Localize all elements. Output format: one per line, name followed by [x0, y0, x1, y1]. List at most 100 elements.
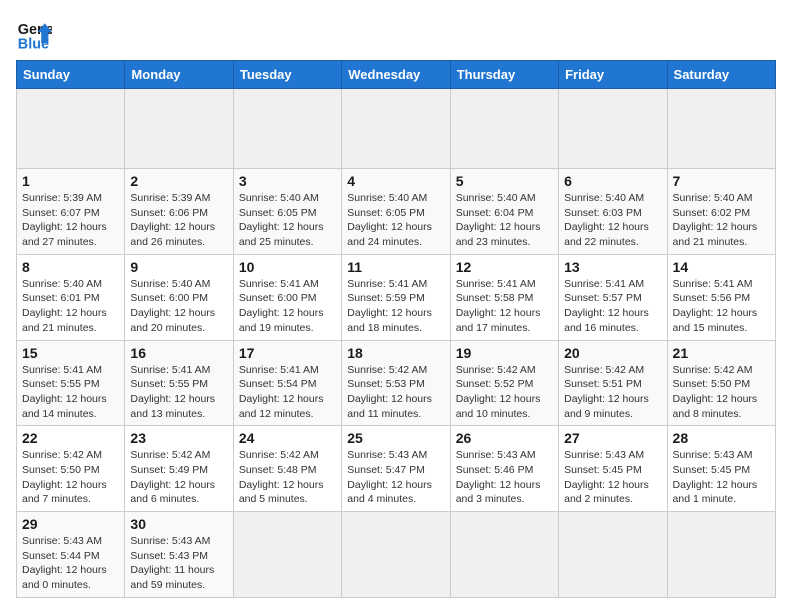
logo-icon: General Blue [16, 16, 52, 52]
day-number: 16 [130, 345, 227, 361]
day-number: 7 [673, 173, 770, 189]
day-info: Sunrise: 5:42 AMSunset: 5:49 PMDaylight:… [130, 449, 215, 505]
day-info: Sunrise: 5:41 AMSunset: 5:59 PMDaylight:… [347, 278, 432, 334]
calendar-cell: 3 Sunrise: 5:40 AMSunset: 6:05 PMDaylight… [233, 169, 341, 255]
day-number: 27 [564, 430, 661, 446]
day-info: Sunrise: 5:39 AMSunset: 6:06 PMDaylight:… [130, 192, 215, 248]
day-info: Sunrise: 5:42 AMSunset: 5:53 PMDaylight:… [347, 364, 432, 420]
calendar-cell: 5 Sunrise: 5:40 AMSunset: 6:04 PMDaylight… [450, 169, 558, 255]
calendar-cell: 1 Sunrise: 5:39 AMSunset: 6:07 PMDaylight… [17, 169, 125, 255]
calendar-cell: 20 Sunrise: 5:42 AMSunset: 5:51 PMDayligh… [559, 340, 667, 426]
day-of-week-header: Saturday [667, 61, 775, 89]
calendar-cell: 10 Sunrise: 5:41 AMSunset: 6:00 PMDayligh… [233, 254, 341, 340]
calendar-cell: 22 Sunrise: 5:42 AMSunset: 5:50 PMDayligh… [17, 426, 125, 512]
day-info: Sunrise: 5:40 AMSunset: 6:00 PMDaylight:… [130, 278, 215, 334]
day-number: 6 [564, 173, 661, 189]
day-info: Sunrise: 5:42 AMSunset: 5:51 PMDaylight:… [564, 364, 649, 420]
day-info: Sunrise: 5:42 AMSunset: 5:52 PMDaylight:… [456, 364, 541, 420]
day-of-week-header: Wednesday [342, 61, 450, 89]
calendar-cell: 13 Sunrise: 5:41 AMSunset: 5:57 PMDayligh… [559, 254, 667, 340]
day-info: Sunrise: 5:43 AMSunset: 5:43 PMDaylight:… [130, 535, 214, 591]
day-number: 4 [347, 173, 444, 189]
calendar-cell: 18 Sunrise: 5:42 AMSunset: 5:53 PMDayligh… [342, 340, 450, 426]
calendar-cell: 19 Sunrise: 5:42 AMSunset: 5:52 PMDayligh… [450, 340, 558, 426]
day-number: 18 [347, 345, 444, 361]
day-number: 14 [673, 259, 770, 275]
calendar-cell: 27 Sunrise: 5:43 AMSunset: 5:45 PMDayligh… [559, 426, 667, 512]
day-info: Sunrise: 5:41 AMSunset: 5:57 PMDaylight:… [564, 278, 649, 334]
calendar-cell: 8 Sunrise: 5:40 AMSunset: 6:01 PMDaylight… [17, 254, 125, 340]
day-number: 12 [456, 259, 553, 275]
day-number: 29 [22, 516, 119, 532]
day-number: 30 [130, 516, 227, 532]
day-info: Sunrise: 5:43 AMSunset: 5:44 PMDaylight:… [22, 535, 107, 591]
day-number: 3 [239, 173, 336, 189]
calendar-cell [450, 89, 558, 169]
day-info: Sunrise: 5:41 AMSunset: 5:54 PMDaylight:… [239, 364, 324, 420]
day-number: 2 [130, 173, 227, 189]
calendar-cell [342, 89, 450, 169]
calendar-cell: 16 Sunrise: 5:41 AMSunset: 5:55 PMDayligh… [125, 340, 233, 426]
calendar-cell [450, 512, 558, 598]
day-info: Sunrise: 5:40 AMSunset: 6:02 PMDaylight:… [673, 192, 758, 248]
calendar-cell [559, 512, 667, 598]
day-number: 21 [673, 345, 770, 361]
calendar-cell [342, 512, 450, 598]
day-number: 26 [456, 430, 553, 446]
day-info: Sunrise: 5:43 AMSunset: 5:45 PMDaylight:… [564, 449, 649, 505]
day-info: Sunrise: 5:39 AMSunset: 6:07 PMDaylight:… [22, 192, 107, 248]
calendar-cell: 2 Sunrise: 5:39 AMSunset: 6:06 PMDaylight… [125, 169, 233, 255]
calendar-cell: 15 Sunrise: 5:41 AMSunset: 5:55 PMDayligh… [17, 340, 125, 426]
day-number: 9 [130, 259, 227, 275]
calendar-cell [233, 512, 341, 598]
day-info: Sunrise: 5:42 AMSunset: 5:50 PMDaylight:… [673, 364, 758, 420]
day-info: Sunrise: 5:40 AMSunset: 6:01 PMDaylight:… [22, 278, 107, 334]
calendar-cell: 14 Sunrise: 5:41 AMSunset: 5:56 PMDayligh… [667, 254, 775, 340]
day-info: Sunrise: 5:42 AMSunset: 5:50 PMDaylight:… [22, 449, 107, 505]
day-number: 25 [347, 430, 444, 446]
day-info: Sunrise: 5:42 AMSunset: 5:48 PMDaylight:… [239, 449, 324, 505]
calendar-cell: 17 Sunrise: 5:41 AMSunset: 5:54 PMDayligh… [233, 340, 341, 426]
day-info: Sunrise: 5:40 AMSunset: 6:04 PMDaylight:… [456, 192, 541, 248]
calendar-cell: 12 Sunrise: 5:41 AMSunset: 5:58 PMDayligh… [450, 254, 558, 340]
calendar-cell: 21 Sunrise: 5:42 AMSunset: 5:50 PMDayligh… [667, 340, 775, 426]
day-info: Sunrise: 5:41 AMSunset: 5:55 PMDaylight:… [130, 364, 215, 420]
day-number: 20 [564, 345, 661, 361]
day-info: Sunrise: 5:41 AMSunset: 5:55 PMDaylight:… [22, 364, 107, 420]
day-number: 8 [22, 259, 119, 275]
day-info: Sunrise: 5:40 AMSunset: 6:05 PMDaylight:… [239, 192, 324, 248]
day-of-week-header: Monday [125, 61, 233, 89]
calendar-cell: 28Sunrise: 5:43 AMSunset: 5:45 PMDayligh… [667, 426, 775, 512]
calendar-cell: 26Sunrise: 5:43 AMSunset: 5:46 PMDayligh… [450, 426, 558, 512]
calendar-cell: 23 Sunrise: 5:42 AMSunset: 5:49 PMDayligh… [125, 426, 233, 512]
day-of-week-header: Sunday [17, 61, 125, 89]
day-info: Sunrise: 5:43 AMSunset: 5:45 PMDaylight:… [673, 449, 758, 505]
day-number: 19 [456, 345, 553, 361]
calendar-table: SundayMondayTuesdayWednesdayThursdayFrid… [16, 60, 776, 598]
day-number: 15 [22, 345, 119, 361]
day-number: 1 [22, 173, 119, 189]
day-of-week-header: Tuesday [233, 61, 341, 89]
calendar-cell [667, 89, 775, 169]
day-number: 5 [456, 173, 553, 189]
day-info: Sunrise: 5:40 AMSunset: 6:05 PMDaylight:… [347, 192, 432, 248]
page-header: General Blue [16, 16, 776, 52]
day-number: 17 [239, 345, 336, 361]
calendar-cell: 9 Sunrise: 5:40 AMSunset: 6:00 PMDaylight… [125, 254, 233, 340]
day-number: 13 [564, 259, 661, 275]
day-info: Sunrise: 5:41 AMSunset: 5:56 PMDaylight:… [673, 278, 758, 334]
calendar-cell: 4 Sunrise: 5:40 AMSunset: 6:05 PMDaylight… [342, 169, 450, 255]
day-number: 22 [22, 430, 119, 446]
day-info: Sunrise: 5:40 AMSunset: 6:03 PMDaylight:… [564, 192, 649, 248]
day-number: 23 [130, 430, 227, 446]
calendar-cell: 7 Sunrise: 5:40 AMSunset: 6:02 PMDaylight… [667, 169, 775, 255]
calendar-cell [17, 89, 125, 169]
calendar-cell: 29 Sunrise: 5:43 AMSunset: 5:44 PMDayligh… [17, 512, 125, 598]
day-number: 24 [239, 430, 336, 446]
day-info: Sunrise: 5:41 AMSunset: 5:58 PMDaylight:… [456, 278, 541, 334]
calendar-cell: 11Sunrise: 5:41 AMSunset: 5:59 PMDayligh… [342, 254, 450, 340]
day-number: 10 [239, 259, 336, 275]
day-info: Sunrise: 5:41 AMSunset: 6:00 PMDaylight:… [239, 278, 324, 334]
day-info: Sunrise: 5:43 AMSunset: 5:47 PMDaylight:… [347, 449, 432, 505]
calendar-cell [559, 89, 667, 169]
